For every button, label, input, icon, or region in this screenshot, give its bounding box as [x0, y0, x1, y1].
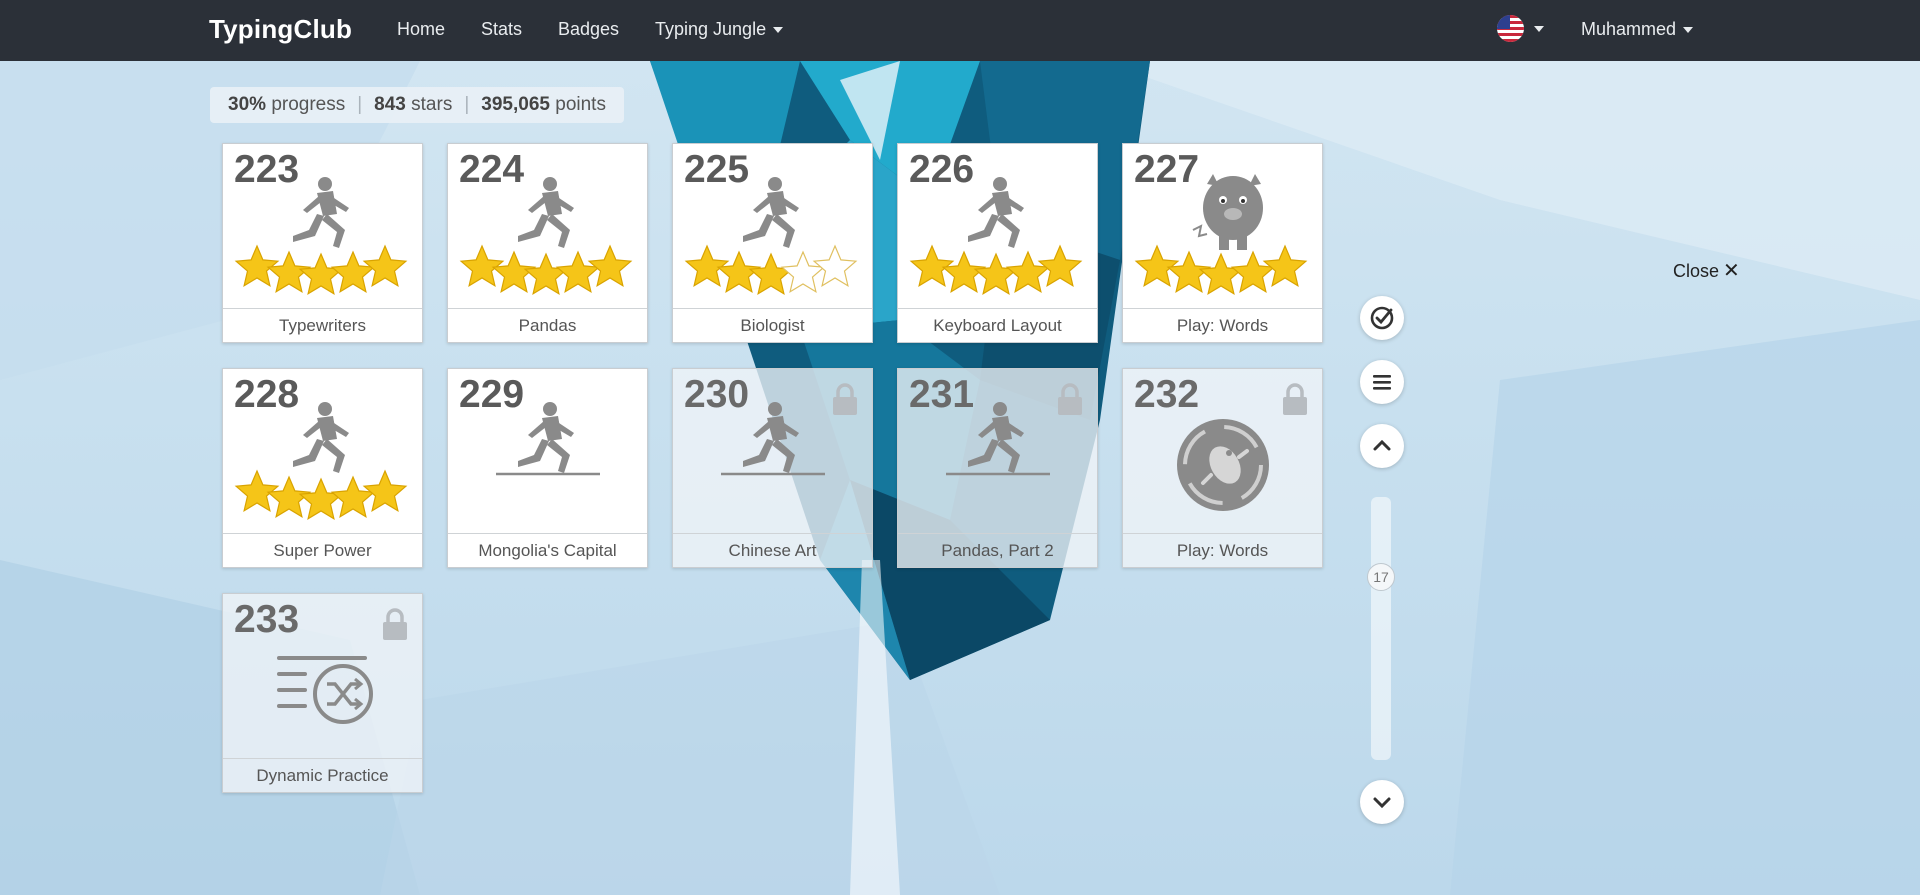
lesson-tile[interactable]: 223 Typewriters — [222, 143, 423, 343]
progress-summary: 30% progress | 843 stars | 395,065 point… — [210, 87, 624, 123]
points-count: 395,065 — [481, 94, 550, 115]
lesson-title: Super Power — [223, 533, 422, 567]
lesson-number: 229 — [459, 373, 525, 416]
star-filled-icon — [684, 244, 730, 288]
close-button[interactable]: Close ✕ — [1673, 258, 1740, 283]
star-filled-icon — [234, 469, 280, 513]
chevron-down-icon — [1683, 27, 1694, 34]
check-circle-icon — [1370, 306, 1394, 330]
lesson-title: Play: Words — [1123, 308, 1322, 342]
nav-typing-jungle-dropdown[interactable]: Typing Jungle — [655, 19, 784, 40]
lesson-title: Biologist — [673, 308, 872, 342]
user-menu[interactable]: Muhammed — [1581, 19, 1694, 40]
lesson-number: 226 — [909, 148, 975, 191]
star-filled-icon — [1005, 250, 1051, 294]
lesson-number: 230 — [684, 373, 750, 416]
language-selector[interactable] — [1497, 15, 1544, 42]
lesson-number: 232 — [1134, 373, 1200, 416]
lesson-scrollbar[interactable] — [1371, 497, 1391, 760]
star-filled-icon — [587, 244, 633, 288]
star-filled-icon — [1198, 252, 1244, 296]
lesson-title: Pandas — [448, 308, 647, 342]
lesson-tile[interactable]: 228 Super Power — [222, 368, 423, 568]
star-filled-icon — [1230, 250, 1276, 294]
lesson-number: 224 — [459, 148, 525, 191]
top-navbar: TypingClub Home Stats Badges Typing Jung… — [0, 0, 1920, 61]
lesson-tile[interactable]: 224 Pandas — [447, 143, 648, 343]
star-filled-icon — [909, 244, 955, 288]
nav-stats[interactable]: Stats — [481, 19, 522, 40]
lock-icon — [1058, 383, 1082, 415]
stars-count: 843 — [374, 94, 406, 115]
chevron-up-icon — [1373, 439, 1391, 451]
lesson-tile[interactable]: 226 Keyboard Layout — [897, 143, 1098, 343]
dropdown-label: Typing Jungle — [655, 19, 767, 39]
progress-percent: 30% — [228, 94, 267, 115]
star-filled-icon — [973, 252, 1019, 296]
lesson-number: 228 — [234, 373, 300, 416]
us-flag-icon — [1497, 15, 1524, 42]
star-filled-icon — [234, 244, 280, 288]
close-label: Close — [1673, 261, 1720, 281]
lesson-title: Mongolia's Capital — [448, 533, 647, 567]
menu-button[interactable] — [1360, 360, 1404, 404]
scroll-down-button[interactable] — [1360, 780, 1404, 824]
brand-logo[interactable]: TypingClub — [209, 14, 352, 45]
hamburger-icon — [1373, 375, 1391, 390]
lesson-tile[interactable]: 229 Mongolia's Capital — [447, 368, 648, 568]
user-name: Muhammed — [1581, 19, 1677, 39]
nav-home[interactable]: Home — [397, 19, 445, 40]
stars-label: stars — [411, 94, 453, 115]
lesson-title: Typewriters — [223, 308, 422, 342]
chevron-down-icon — [1534, 25, 1544, 32]
star-filled-icon — [362, 469, 408, 513]
scroll-up-button[interactable] — [1360, 424, 1404, 468]
lesson-tile[interactable]: 225 Biologist — [672, 143, 873, 343]
lesson-number: 223 — [234, 148, 300, 191]
lesson-title: Dynamic Practice — [223, 758, 422, 792]
nav-badges[interactable]: Badges — [558, 19, 619, 40]
star-empty-icon — [780, 250, 826, 294]
lesson-tile[interactable]: 232 Play: Words — [1122, 368, 1323, 568]
lesson-number: 233 — [234, 598, 300, 641]
star-filled-icon — [330, 250, 376, 294]
completed-filter-button[interactable] — [1360, 296, 1404, 340]
star-filled-icon — [459, 244, 505, 288]
star-filled-icon — [330, 475, 376, 519]
star-filled-icon — [1262, 244, 1308, 288]
lesson-number: 227 — [1134, 148, 1200, 191]
star-filled-icon — [748, 252, 794, 296]
points-label: points — [555, 94, 606, 115]
star-empty-icon — [812, 244, 858, 288]
progress-percent-label: progress — [271, 94, 346, 115]
chevron-down-icon — [1373, 797, 1391, 809]
chevron-down-icon — [773, 27, 784, 34]
lesson-title: Chinese Art — [673, 533, 872, 567]
star-filled-icon — [298, 252, 344, 296]
star-filled-icon — [1134, 244, 1180, 288]
star-filled-icon — [555, 250, 601, 294]
lock-icon — [833, 383, 857, 415]
lesson-number: 225 — [684, 148, 750, 191]
lesson-tile[interactable]: 231 Pandas, Part 2 — [897, 368, 1098, 568]
star-filled-icon — [1037, 244, 1083, 288]
lock-icon — [383, 608, 407, 640]
lesson-title: Keyboard Layout — [898, 308, 1097, 342]
lesson-number: 231 — [909, 373, 975, 416]
star-filled-icon — [298, 477, 344, 521]
lesson-tile[interactable]: 233 Dynamic Practice — [222, 593, 423, 793]
lesson-tile[interactable]: 227 Play: Words — [1122, 143, 1323, 343]
lesson-tile[interactable]: 230 Chinese Art — [672, 368, 873, 568]
lock-icon — [1283, 383, 1307, 415]
lesson-title: Play: Words — [1123, 533, 1322, 567]
star-filled-icon — [523, 252, 569, 296]
close-icon: ✕ — [1723, 260, 1740, 282]
star-filled-icon — [362, 244, 408, 288]
lesson-title: Pandas, Part 2 — [898, 533, 1097, 567]
scroll-thumb[interactable]: 17 — [1367, 563, 1395, 591]
